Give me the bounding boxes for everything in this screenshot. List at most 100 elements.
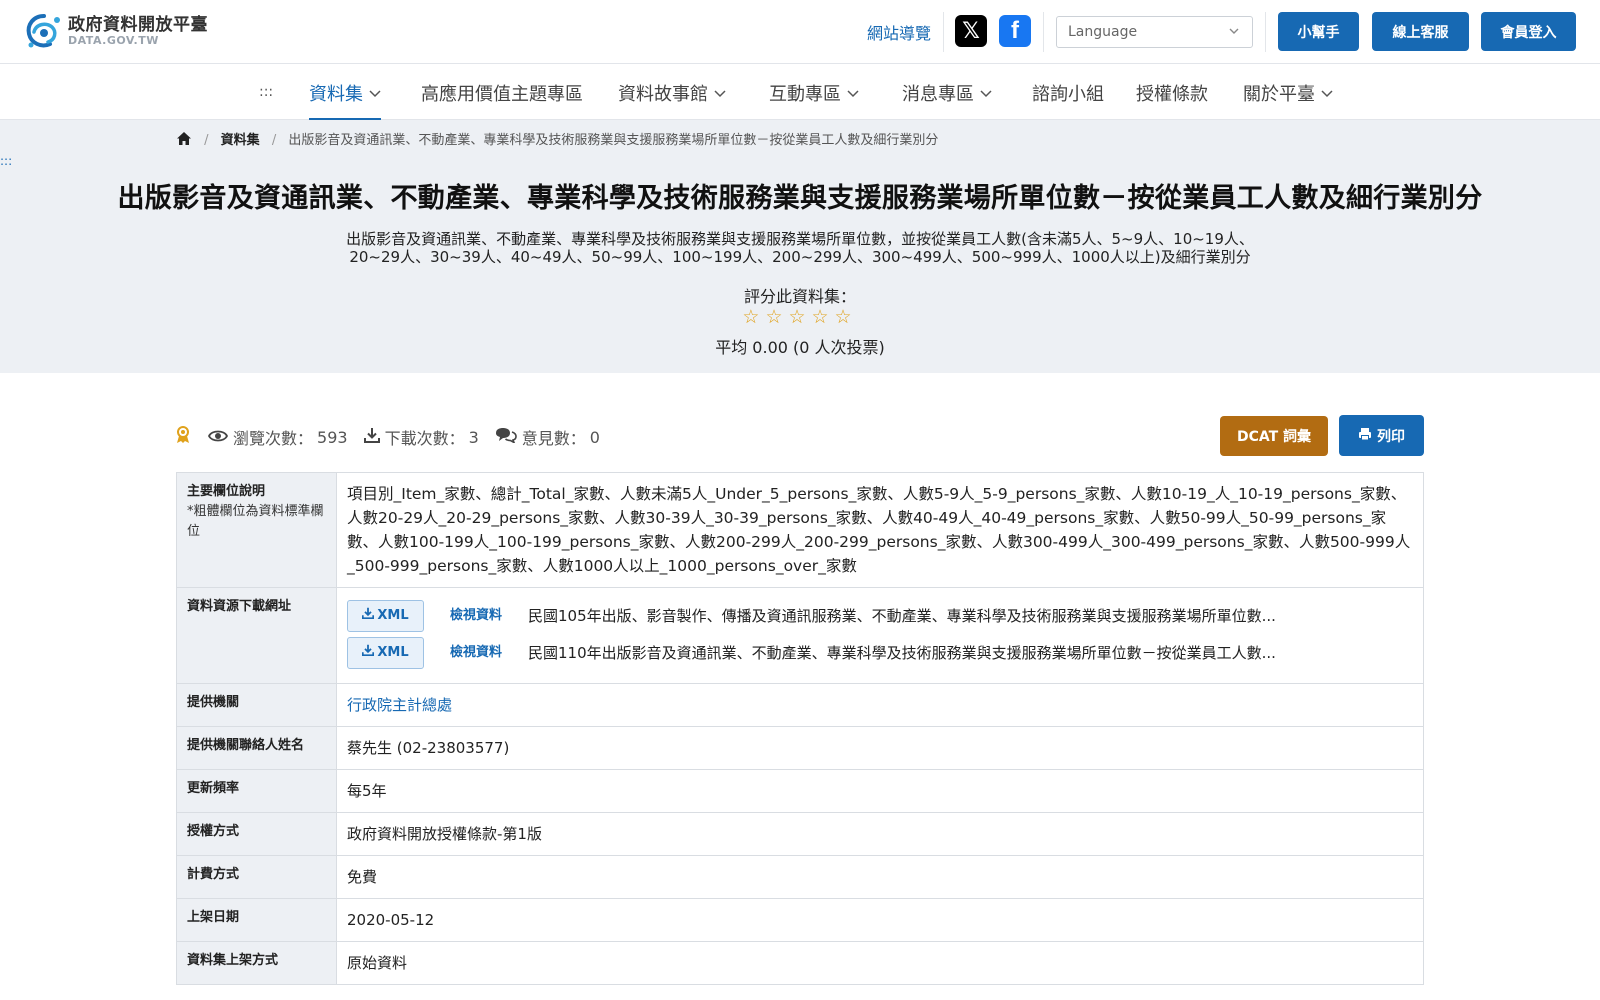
publish-date-value: 2020-05-12 bbox=[347, 911, 435, 929]
nav-item-high-value[interactable]: 高應用價值主題專區 bbox=[421, 80, 583, 106]
views-label: 瀏覽次數： bbox=[233, 429, 314, 448]
helper-button[interactable]: 小幫手 bbox=[1278, 12, 1359, 51]
breadcrumb-separator: / bbox=[271, 133, 277, 148]
comments-stat: 意見數： 0 bbox=[495, 425, 600, 449]
frequency-label: 更新頻率 bbox=[177, 770, 337, 812]
comments-icon bbox=[495, 427, 517, 447]
publish-method-value: 原始資料 bbox=[347, 954, 408, 972]
download-item: XML 檢視資料 民國110年出版影音及資通訊業、不動產業、專業科學及技術服務業… bbox=[347, 635, 1413, 671]
x-twitter-icon[interactable]: 𝕏 bbox=[955, 15, 987, 47]
comments-count: 0 bbox=[589, 427, 600, 447]
xml-download-button[interactable]: XML bbox=[347, 637, 424, 669]
nav-item-news[interactable]: 消息專區 bbox=[902, 80, 992, 106]
nav-item-datasets[interactable]: 資料集 bbox=[309, 80, 381, 122]
chevron-down-icon bbox=[714, 87, 726, 101]
format-label: XML bbox=[377, 608, 409, 623]
online-service-button[interactable]: 線上客服 bbox=[1372, 12, 1469, 51]
nav-item-stories[interactable]: 資料故事館 bbox=[618, 80, 726, 106]
fee-value: 免費 bbox=[347, 868, 378, 886]
main-nav: ::: 資料集 高應用價值主題專區 資料故事館 互動專區 消息專區 諮詢小組 授… bbox=[0, 64, 1600, 122]
header-divider bbox=[1265, 12, 1266, 52]
download-icon bbox=[363, 427, 380, 447]
sitemap-link[interactable]: 網站導覽 bbox=[867, 20, 931, 44]
print-button-label: 列印 bbox=[1377, 428, 1405, 445]
breadcrumb-current: 出版影音及資通訊業、不動產業、專業科學及技術服務業與支援服務業場所單位數－按從業… bbox=[288, 133, 939, 148]
view-data-link[interactable]: 檢視資料 bbox=[450, 604, 502, 628]
printer-icon bbox=[1358, 427, 1372, 445]
table-row: 授權方式 政府資料開放授權條款-第1版 bbox=[177, 813, 1423, 856]
chevron-down-icon bbox=[1228, 25, 1240, 41]
provider-link[interactable]: 行政院主計總處 bbox=[347, 696, 452, 714]
language-select[interactable]: Language bbox=[1056, 16, 1253, 48]
rating-stars[interactable]: ☆☆☆☆☆ bbox=[0, 306, 1600, 328]
dataset-hero: / 資料集 / 出版影音及資通訊業、不動產業、專業科學及技術服務業與支援服務業場… bbox=[0, 120, 1600, 373]
table-row: 資料資源下載網址 XML 檢視資料 民國105年出版、影音製作、傳播及資通訊服務… bbox=[177, 588, 1423, 684]
breadcrumb-datasets[interactable]: 資料集 bbox=[221, 133, 260, 148]
table-row: 更新頻率 每5年 bbox=[177, 770, 1423, 813]
download-icon bbox=[362, 641, 375, 665]
xml-download-button[interactable]: XML bbox=[347, 600, 424, 632]
nav-item-label: 關於平臺 bbox=[1243, 84, 1315, 105]
dataset-description: 出版影音及資通訊業、不動產業、專業科學及技術服務業與支援服務業場所單位數，並按從… bbox=[346, 230, 1254, 266]
chevron-down-icon bbox=[980, 87, 992, 101]
views-count: 593 bbox=[317, 427, 348, 447]
accesskey-anchor[interactable]: ::: bbox=[0, 154, 12, 168]
medal-icon bbox=[176, 426, 190, 448]
chevron-down-icon bbox=[1321, 87, 1333, 101]
publish-date-label: 上架日期 bbox=[177, 899, 337, 941]
logo-icon bbox=[26, 14, 60, 48]
nav-item-label: 互動專區 bbox=[769, 84, 841, 105]
header-divider bbox=[943, 12, 944, 52]
table-row: 提供機關聯絡人姓名 蔡先生 (02-23803577) bbox=[177, 727, 1423, 770]
table-row: 上架日期 2020-05-12 bbox=[177, 899, 1423, 942]
dataset-info-table: 主要欄位說明 *粗體欄位為資料標準欄位 項目別_Item_家數、總計_Total… bbox=[176, 472, 1424, 985]
dataset-stats: 瀏覽次數： 593 下載次數： 3 意見數： 0 bbox=[176, 425, 616, 449]
nav-item-license[interactable]: 授權條款 bbox=[1136, 80, 1208, 106]
provider-label: 提供機關 bbox=[177, 684, 337, 726]
nav-item-about[interactable]: 關於平臺 bbox=[1243, 80, 1333, 106]
nav-item-label: 資料集 bbox=[309, 84, 363, 105]
table-header-cell: 主要欄位說明 *粗體欄位為資料標準欄位 bbox=[177, 473, 337, 587]
contact-label: 提供機關聯絡人姓名 bbox=[177, 727, 337, 769]
language-select-value: Language bbox=[1068, 24, 1138, 40]
nav-item-label: 授權條款 bbox=[1136, 84, 1208, 105]
download-item: XML 檢視資料 民國105年出版、影音製作、傳播及資通訊服務業、不動產業、專業… bbox=[347, 598, 1413, 634]
nav-item-interactive[interactable]: 互動專區 bbox=[769, 80, 859, 106]
frequency-value: 每5年 bbox=[347, 782, 387, 800]
fields-note: *粗體欄位為資料標準欄位 bbox=[187, 504, 324, 539]
downloads-stat: 下載次數： 3 bbox=[363, 425, 479, 449]
site-logo[interactable]: 政府資料開放平臺 DATA.GOV.TW bbox=[24, 12, 208, 50]
fields-label: 主要欄位說明 bbox=[187, 484, 266, 499]
page-title: 出版影音及資通訊業、不動產業、專業科學及技術服務業與支援服務業場所單位數－按從業… bbox=[117, 183, 1483, 214]
breadcrumb-separator: / bbox=[204, 133, 209, 148]
facebook-icon[interactable]: f bbox=[999, 15, 1031, 47]
dcat-vocabulary-button[interactable]: DCAT 詞彙 bbox=[1220, 416, 1328, 456]
chevron-down-icon bbox=[847, 87, 859, 101]
eye-icon bbox=[207, 428, 229, 447]
publish-method-label: 資料集上架方式 bbox=[177, 942, 337, 984]
nav-item-label: 高應用價值主題專區 bbox=[421, 84, 583, 105]
views-stat: 瀏覽次數： 593 bbox=[207, 425, 348, 449]
nav-item-label: 諮詢小組 bbox=[1032, 84, 1104, 105]
nav-item-advisory[interactable]: 諮詢小組 bbox=[1032, 80, 1104, 106]
header-divider bbox=[1043, 12, 1044, 52]
comments-label: 意見數： bbox=[521, 429, 586, 448]
accesskey-anchor[interactable]: ::: bbox=[259, 84, 273, 100]
resource-title: 民國110年出版影音及資通訊業、不動產業、專業科學及技術服務業與支援服務業場所單… bbox=[528, 644, 1276, 662]
table-row: 資料集上架方式 原始資料 bbox=[177, 942, 1423, 984]
print-button[interactable]: 列印 bbox=[1339, 415, 1424, 456]
site-header: 政府資料開放平臺 DATA.GOV.TW 網站導覽 𝕏 f Language 小… bbox=[0, 0, 1600, 64]
downloads-label: 下載次數： bbox=[384, 429, 465, 448]
table-row: 計費方式 免費 bbox=[177, 856, 1423, 899]
nav-item-label: 消息專區 bbox=[902, 84, 974, 105]
contact-value: 蔡先生 (02-23803577) bbox=[347, 739, 510, 757]
download-label: 資料資源下載網址 bbox=[177, 588, 337, 683]
breadcrumb: / 資料集 / 出版影音及資通訊業、不動產業、專業科學及技術服務業與支援服務業場… bbox=[176, 129, 938, 150]
rating-average: 平均 0.00 (0 人次投票) bbox=[715, 338, 885, 357]
license-value: 政府資料開放授權條款-第1版 bbox=[347, 825, 542, 843]
chevron-down-icon bbox=[369, 87, 381, 101]
view-data-link[interactable]: 檢視資料 bbox=[450, 641, 502, 665]
member-login-button[interactable]: 會員登入 bbox=[1481, 12, 1576, 51]
logo-title: 政府資料開放平臺 bbox=[68, 15, 208, 35]
home-icon[interactable] bbox=[176, 131, 192, 150]
